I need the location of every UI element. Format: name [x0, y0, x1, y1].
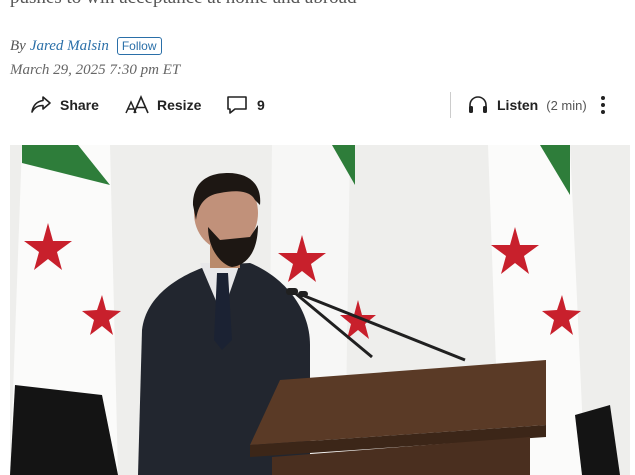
share-icon: [30, 95, 52, 115]
listen-duration: (2 min): [546, 97, 587, 113]
follow-button[interactable]: Follow: [116, 37, 162, 55]
more-vertical-icon: [598, 94, 608, 116]
text-resize-icon: [125, 95, 149, 115]
article-photo: [10, 145, 630, 475]
resize-label: Resize: [157, 97, 202, 113]
share-label: Share: [60, 97, 99, 113]
comment-icon: [226, 94, 248, 116]
comments-button[interactable]: 9: [226, 88, 265, 122]
byline: By Jared Malsin Follow: [10, 37, 162, 55]
resize-button[interactable]: Resize: [125, 88, 201, 122]
listen-label: Listen: [497, 97, 539, 113]
flag-left: [10, 145, 121, 475]
comment-count: 9: [257, 97, 265, 113]
article-dek: pushes to win acceptance at home and abr…: [10, 0, 630, 8]
author-link[interactable]: Jared Malsin: [30, 38, 109, 55]
listen-button[interactable]: Listen (2 min): [467, 88, 587, 122]
article-toolbar: Share Resize 9 Listen (2 min): [0, 88, 635, 122]
more-options-button[interactable]: [598, 88, 608, 122]
headphones-icon: [467, 95, 489, 115]
byline-prefix: By: [10, 37, 26, 54]
toolbar-divider: [450, 92, 451, 118]
publish-date: March 29, 2025 7:30 pm ET: [10, 62, 181, 78]
share-button[interactable]: Share: [30, 88, 99, 122]
